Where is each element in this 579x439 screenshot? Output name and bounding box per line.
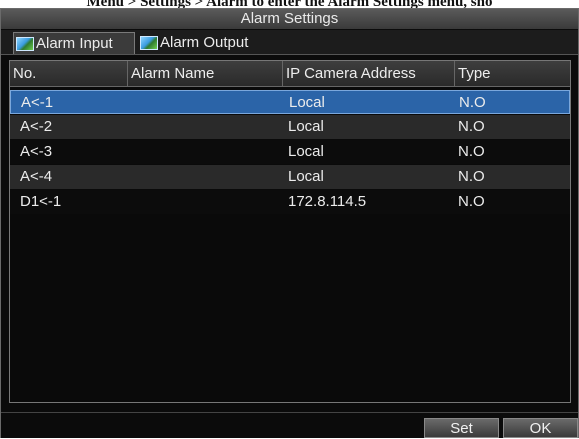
top-caption: Menu > Settings > Alarm to enter the Ala… (86, 0, 493, 8)
column-header-ip-camera-address: IP Camera Address (283, 61, 455, 86)
cell-ip-address: Local (288, 143, 324, 160)
cell-no: D1<-1 (20, 193, 62, 210)
tab-alarm-output[interactable]: Alarm Output (138, 32, 276, 54)
cell-no: A<-1 (21, 94, 54, 111)
cell-type: N.O (458, 193, 485, 210)
tab-bar: Alarm Input Alarm Output (1, 30, 578, 55)
column-header-no: No. (10, 61, 128, 86)
table-row[interactable]: A<-2 Local N.O (10, 115, 570, 139)
window-title: Alarm Settings (1, 9, 578, 29)
image-icon (16, 36, 34, 51)
cell-ip-address: Local (288, 118, 324, 135)
cell-type: N.O (458, 168, 485, 185)
alarm-input-table: No. Alarm Name IP Camera Address Type A<… (9, 60, 571, 403)
tab-alarm-input-label: Alarm Input (36, 34, 113, 52)
button-bar: Set OK (1, 412, 578, 438)
cell-ip-address: Local (288, 168, 324, 185)
alarm-settings-window: Alarm Settings Alarm Input Alarm Output … (0, 8, 579, 438)
cell-ip-address: Local (289, 94, 325, 111)
tab-alarm-input[interactable]: Alarm Input (13, 32, 135, 54)
table-header: No. Alarm Name IP Camera Address Type (10, 61, 570, 87)
cell-ip-address: 172.8.114.5 (288, 193, 367, 210)
image-icon (140, 36, 158, 50)
table-row[interactable]: A<-1 Local N.O (10, 90, 570, 114)
cell-type: N.O (458, 118, 485, 135)
cell-no: A<-2 (20, 118, 53, 135)
table-row[interactable]: D1<-1 172.8.114.5 N.O (10, 190, 570, 214)
table-row[interactable]: A<-4 Local N.O (10, 165, 570, 189)
set-button[interactable]: Set (424, 418, 499, 438)
cell-no: A<-3 (20, 143, 53, 160)
column-header-type: Type (458, 65, 491, 82)
tab-alarm-output-label: Alarm Output (160, 34, 249, 51)
ok-button[interactable]: OK (503, 418, 578, 438)
cell-type: N.O (458, 143, 485, 160)
cell-no: A<-4 (20, 168, 53, 185)
column-header-alarm-name: Alarm Name (128, 61, 283, 86)
cell-type: N.O (459, 94, 486, 111)
table-row[interactable]: A<-3 Local N.O (10, 140, 570, 164)
